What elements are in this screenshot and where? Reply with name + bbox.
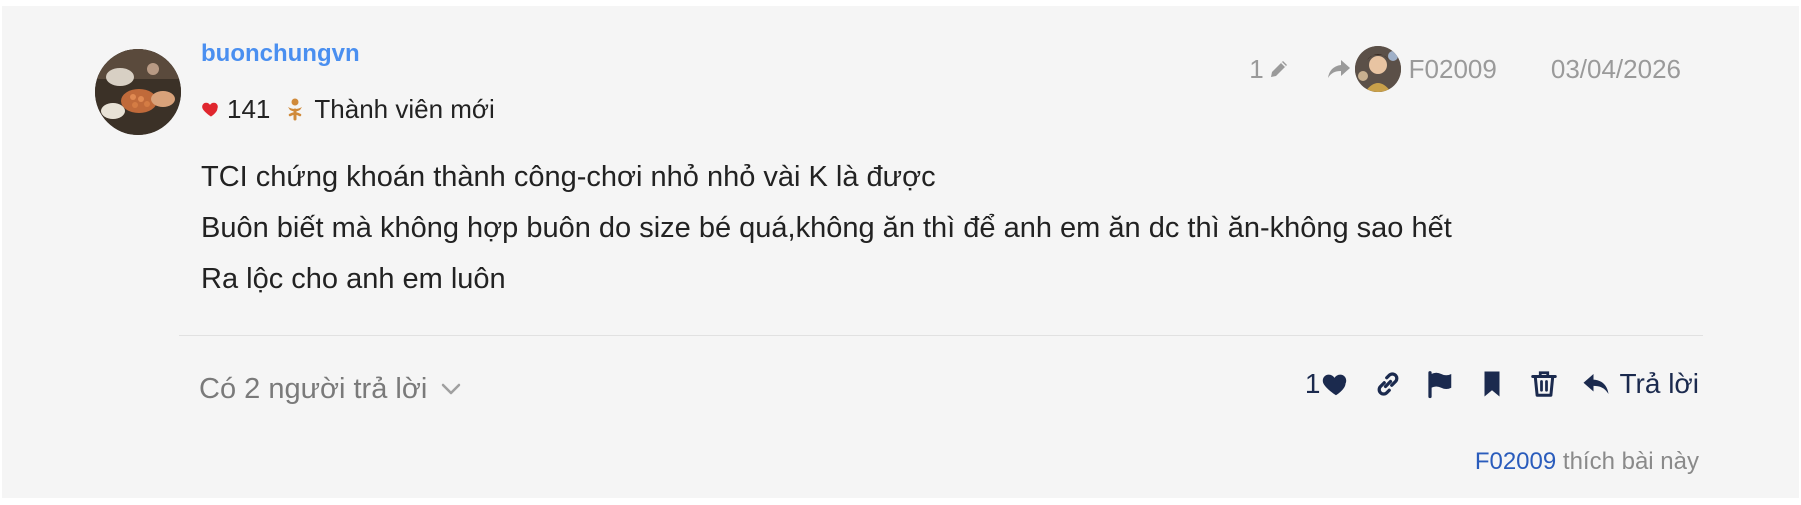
- trash-icon: [1531, 371, 1558, 397]
- copy-link-button[interactable]: [1373, 369, 1403, 399]
- post-divider: [179, 335, 1703, 336]
- chevron-down-icon: [442, 383, 461, 395]
- author-avatar[interactable]: [95, 49, 181, 135]
- show-replies-button[interactable]: Có 2 người trả lời: [199, 371, 463, 407]
- share-arrow-icon: [1327, 60, 1350, 78]
- like-count: 1: [1304, 368, 1321, 399]
- likes-received-count: 141: [227, 94, 271, 124]
- forum-post: buonchungvn 141 Thành viên mới 1 F02009 …: [2, 6, 1799, 498]
- heart-icon: [202, 102, 218, 117]
- edit-count: 1: [1249, 54, 1264, 84]
- bookmark-button[interactable]: [1477, 369, 1507, 399]
- replies-toggle-label: Có 2 người trả lời: [199, 373, 428, 405]
- reply-to-link[interactable]: F02009: [1327, 46, 1497, 92]
- post-actions: 1 Trả lời: [1305, 368, 1699, 400]
- like-button[interactable]: 1: [1305, 368, 1352, 400]
- post-paragraph: Buôn biết mà không hợp buôn do size bé q…: [201, 212, 1452, 244]
- post-paragraph: TCI chứng khoán thành công-chơi nhỏ nhỏ …: [201, 161, 936, 193]
- liked-by: F02009 thích bài này: [1475, 447, 1699, 477]
- link-icon: [1378, 372, 1399, 396]
- pencil-icon: [1270, 61, 1287, 77]
- delete-button[interactable]: [1529, 369, 1559, 399]
- author-username[interactable]: buonchungvn: [201, 39, 360, 69]
- reply-to-username: F02009: [1408, 54, 1497, 84]
- reply-label: Trả lời: [1619, 368, 1699, 399]
- author-meta: 141 Thành viên mới: [201, 94, 495, 124]
- author-rank: Thành viên mới: [314, 94, 495, 124]
- post-info: 1 F02009 03/04/2026: [1249, 46, 1681, 92]
- reply-icon: [1583, 374, 1609, 394]
- liked-by-suffix: thích bài này: [1556, 448, 1699, 475]
- liked-by-user-link[interactable]: F02009: [1475, 448, 1556, 475]
- reply-button[interactable]: Trả lời: [1581, 368, 1699, 400]
- post-paragraph: Ra lộc cho anh em luôn: [201, 263, 506, 295]
- flag-icon: [1428, 371, 1452, 399]
- edit-history-button[interactable]: 1: [1249, 52, 1290, 86]
- post-content: TCI chứng khoán thành công-chơi nhỏ nhỏ …: [201, 152, 1701, 305]
- flag-button[interactable]: [1425, 369, 1455, 399]
- bookmark-icon: [1484, 371, 1500, 397]
- reply-to-avatar: [1354, 46, 1401, 92]
- heart-icon: [1323, 374, 1347, 396]
- new-member-icon: [288, 98, 303, 121]
- post-date[interactable]: 03/04/2026: [1551, 52, 1681, 86]
